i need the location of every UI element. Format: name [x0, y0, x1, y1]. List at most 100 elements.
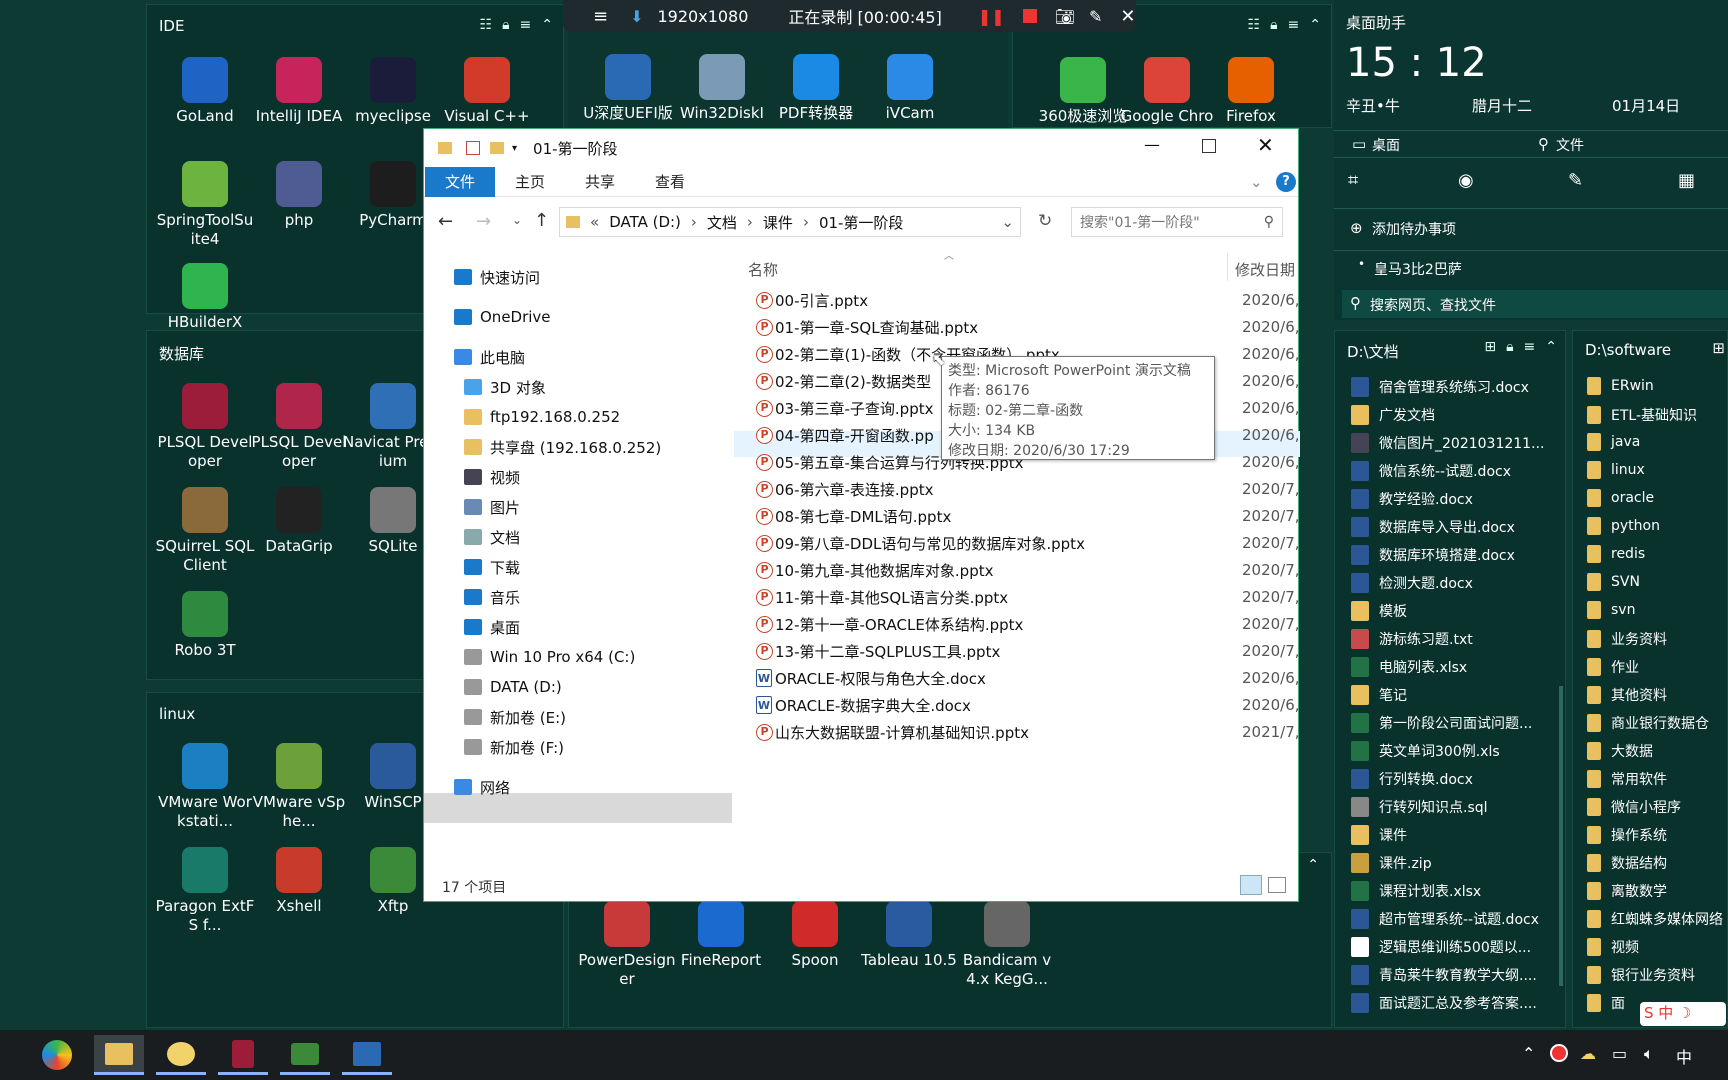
help-icon[interactable]: ? — [1276, 171, 1296, 192]
file-name[interactable]: 02-第二章(2)-数据类型 — [775, 371, 931, 392]
file-name[interactable]: 04-第四章-开窗函数.pp — [775, 425, 934, 446]
nav-item[interactable]: 音乐 — [464, 583, 520, 611]
fence-file-item[interactable]: 行列转换.docx — [1351, 769, 1473, 789]
breadcrumb-docs[interactable]: 文档 — [707, 212, 737, 233]
collapse-icon[interactable]: ⌃ — [1545, 339, 1557, 355]
search-icon[interactable]: ⚲ — [1538, 135, 1549, 153]
fence-folder-item[interactable]: 红蜘蛛多媒体网络 — [1587, 909, 1723, 929]
nav-item[interactable]: 网络 — [454, 773, 510, 801]
todo-text[interactable]: 皇马3比2巴萨 — [1374, 259, 1462, 279]
menu-icon[interactable]: ≡ — [1288, 17, 1300, 33]
fence-folder-item[interactable]: 业务资料 — [1587, 629, 1667, 649]
fence-file-item[interactable]: 数据库环境搭建.docx — [1351, 545, 1515, 565]
fence-folder-item[interactable]: 作业 — [1587, 657, 1639, 677]
quick-access-dropdown-icon[interactable]: ▾ — [512, 143, 517, 154]
desktop-shortcut[interactable]: Robo 3T — [155, 591, 255, 660]
fence-file-item[interactable]: 逻辑思维训练500题以... — [1351, 937, 1531, 957]
taskbar-xftp[interactable] — [280, 1035, 330, 1075]
fence-folder-item[interactable]: 常用软件 — [1587, 769, 1667, 789]
fence-file-item[interactable]: 面试题汇总及参考答案.... — [1351, 993, 1537, 1013]
stop-icon[interactable] — [1022, 9, 1037, 23]
desktop-shortcut[interactable]: myeclipse — [343, 57, 443, 126]
file-name[interactable]: 10-第九章-其他数据库对象.pptx — [775, 560, 993, 581]
menu-icon[interactable]: ≡ — [1524, 339, 1536, 355]
desktop-shortcut[interactable]: GoLand — [155, 57, 255, 126]
expand-ribbon-icon[interactable]: ⌄ — [1250, 173, 1263, 191]
fence-folder-item[interactable]: 操作系统 — [1587, 825, 1667, 845]
desktop-shortcut[interactable]: PDF转换器 — [766, 54, 866, 123]
pen-icon[interactable]: ✎ — [1089, 7, 1102, 26]
assistant-search[interactable]: ⚲ 搜索网页、查找文件 — [1342, 290, 1728, 318]
file-name[interactable]: ORACLE-权限与角色大全.docx — [775, 668, 986, 689]
file-row[interactable]: P 山东大数据联盟-计算机基础知识.pptx 2021/7, — [734, 719, 1300, 745]
desktop-shortcut[interactable]: Paragon ExtFS f... — [155, 847, 255, 935]
list-view-icon[interactable]: ☷ — [480, 17, 493, 33]
fence-file-item[interactable]: 第一阶段公司面试问题... — [1351, 713, 1532, 733]
fence-folder-item[interactable]: 银行业务资料 — [1587, 965, 1695, 985]
desktop-shortcut[interactable]: VMware Workstati... — [155, 743, 255, 831]
nav-item[interactable]: 图片 — [464, 493, 520, 521]
breadcrumb-drive[interactable]: DATA (D:) — [609, 213, 681, 231]
tray-expand-icon[interactable]: ⌃ — [1522, 1044, 1535, 1063]
address-bar[interactable]: « DATA (D:) › 文档 › 课件 › 01-第一阶段 ⌄ — [559, 207, 1021, 237]
fence-folder-item[interactable]: 大数据 — [1587, 741, 1653, 761]
menu-icon[interactable]: ≡ — [593, 6, 608, 27]
fence-file-item[interactable]: 微信图片_2021031211... — [1351, 433, 1544, 453]
eye-icon[interactable]: ◉ — [1458, 170, 1474, 191]
nav-item[interactable]: 视频 — [464, 463, 520, 491]
fence-file-item[interactable]: 课件 — [1351, 825, 1407, 845]
column-header-name[interactable]: 名称 — [748, 259, 778, 280]
forward-icon[interactable]: → — [476, 211, 491, 232]
nav-item[interactable]: 新加卷 (F:) — [464, 733, 564, 761]
file-row[interactable]: W ORACLE-数据字典大全.docx 2020/6, — [734, 692, 1300, 718]
desktop-shortcut[interactable]: PLSQL Developer — [249, 383, 349, 471]
sougou-ime-badge[interactable]: S 中 ☽ — [1640, 1002, 1726, 1026]
file-name[interactable]: ORACLE-数据字典大全.docx — [775, 695, 971, 716]
large-icons-view-icon[interactable] — [1268, 877, 1286, 893]
nav-item[interactable]: 桌面 — [464, 613, 520, 641]
record-icon[interactable] — [1550, 1044, 1568, 1062]
chevron-right-icon[interactable]: › — [803, 213, 809, 231]
nav-item[interactable]: 此电脑 — [454, 343, 525, 371]
nav-item[interactable]: 共享盘 (192.168.0.252) — [464, 433, 661, 461]
taskbar-file-explorer[interactable] — [94, 1035, 144, 1075]
lock-icon[interactable]: 🔒︎ — [1270, 17, 1277, 33]
tab-home[interactable]: 主页 — [495, 167, 565, 197]
file-row[interactable]: P 11-第十章-其他SQL语言分类.pptx 2020/7, — [734, 584, 1300, 610]
fence-folder-item[interactable]: 面 — [1587, 993, 1625, 1013]
vertical-scrollbar[interactable] — [1559, 686, 1563, 986]
desktop-shortcut[interactable]: Visual C++ — [437, 57, 537, 126]
chevron-right-icon[interactable]: › — [691, 213, 697, 231]
file-name[interactable]: 山东大数据联盟-计算机基础知识.pptx — [775, 722, 1029, 743]
search-icon[interactable]: ⚲ — [1264, 214, 1274, 230]
add-icon[interactable]: ⊕ — [1350, 219, 1363, 237]
display-icon[interactable]: ▭ — [1612, 1044, 1627, 1063]
chevron-right-icon[interactable]: › — [747, 213, 753, 231]
fence-file-item[interactable]: 微信系统--试题.docx — [1351, 461, 1511, 481]
tab-desktop[interactable]: 桌面 — [1372, 135, 1400, 155]
file-row[interactable]: P 12-第十一章-ORACLE体系结构.pptx 2020/7, — [734, 611, 1300, 637]
menu-icon[interactable]: ≡ — [520, 17, 532, 33]
file-row[interactable]: W ORACLE-权限与角色大全.docx 2020/6, — [734, 665, 1300, 691]
desktop-shortcut[interactable]: Firefox — [1201, 57, 1301, 126]
pause-icon[interactable]: ❚❚ — [978, 7, 1005, 26]
grid-view-icon[interactable]: ⊞ — [1712, 339, 1725, 357]
tab-file[interactable]: 文件 — [425, 166, 496, 197]
fence-folder-item[interactable]: oracle — [1587, 489, 1654, 507]
fence-file-item[interactable]: 行转列知识点.sql — [1351, 797, 1488, 817]
new-folder-icon[interactable] — [490, 142, 504, 154]
fence-file-item[interactable]: 检测大题.docx — [1351, 573, 1473, 593]
add-todo-label[interactable]: 添加待办事项 — [1372, 219, 1456, 239]
fence-file-item[interactable]: 宿舍管理系统练习.docx — [1351, 377, 1529, 397]
fence-file-item[interactable]: 电脑列表.xlsx — [1351, 657, 1467, 677]
note-icon[interactable]: ✎ — [1568, 170, 1583, 191]
file-name[interactable]: 11-第十章-其他SQL语言分类.pptx — [775, 587, 1008, 608]
todo-item[interactable]: • 皇马3比2巴萨 — [1334, 250, 1728, 282]
taskbar-360-browser[interactable] — [32, 1035, 82, 1075]
maximize-button[interactable] — [1202, 139, 1216, 153]
file-name[interactable]: 09-第八章-DDL语句与常见的数据库对象.pptx — [775, 533, 1085, 554]
fence-folder-item[interactable]: 微信小程序 — [1587, 797, 1681, 817]
ime-icon[interactable]: 中 — [1676, 1044, 1692, 1068]
nav-item[interactable]: 3D 对象 — [464, 373, 546, 401]
desktop-shortcut[interactable]: php — [249, 161, 349, 230]
